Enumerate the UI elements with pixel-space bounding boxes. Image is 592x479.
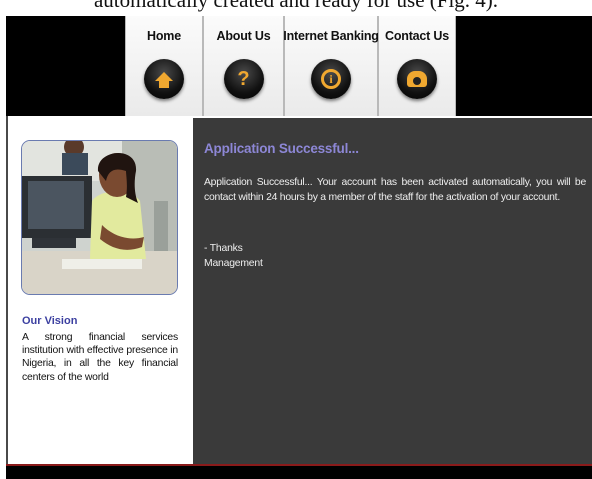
vision-title: Our Vision [22,315,78,327]
phone-icon [397,59,437,99]
page-title: Application Successful... [204,141,359,156]
nav-contact-us-label: Contact Us [385,29,449,43]
nav-about-us-label: About Us [216,29,271,43]
success-message: Application Successful... Your account h… [204,177,586,203]
nav-about-us[interactable]: About Us ? [203,16,284,116]
main-content: Application Successful... Application Su… [193,118,592,464]
question-icon: ? [223,59,264,99]
signature: Management [204,258,263,269]
nav-home[interactable]: Home [125,16,203,116]
nav-internet-banking[interactable]: Internet Banking i [283,16,379,116]
main-navigation: Home About Us ? Internet Banking i Conta… [125,16,456,116]
home-icon [144,59,184,99]
footer-bar [6,464,592,479]
nav-home-label: Home [147,29,181,43]
nav-internet-banking-label: Internet Banking [283,29,379,43]
vision-text: A strong financial services institution … [22,332,178,383]
staff-photo [21,140,178,295]
signoff: - Thanks Management [204,241,263,271]
document-caption: automatically created and ready for use … [93,0,499,12]
nav-contact-us[interactable]: Contact Us [378,16,456,116]
info-icon: i [311,59,351,99]
thanks-line: - Thanks [204,243,243,254]
